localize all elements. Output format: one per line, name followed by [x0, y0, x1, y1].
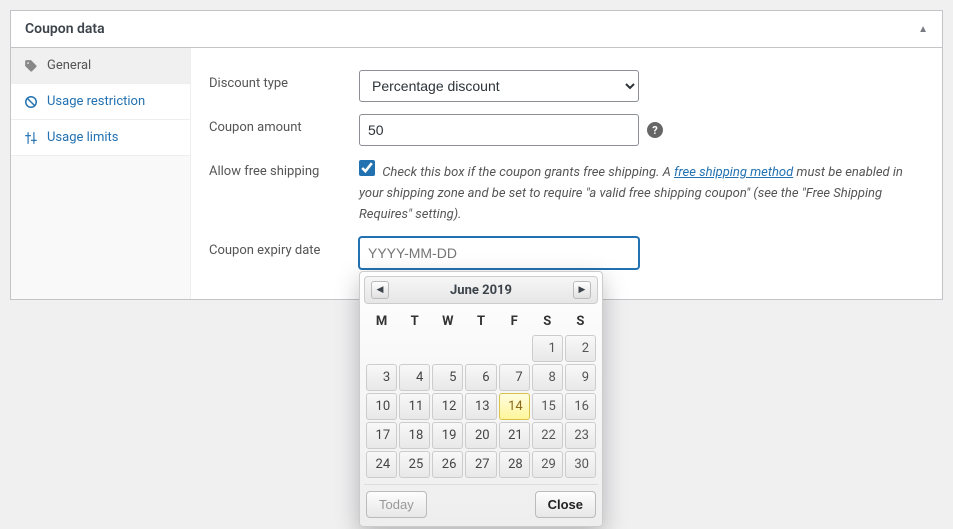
- calendar-day[interactable]: 21: [499, 422, 530, 449]
- tab-usage-restriction[interactable]: Usage restriction: [11, 84, 190, 120]
- next-month-button[interactable]: ▶: [573, 281, 591, 299]
- free-shipping-checkbox[interactable]: [359, 160, 375, 176]
- desc-text-prefix: Check this box if the coupon grants free…: [382, 165, 674, 180]
- weekday-header: S: [532, 310, 563, 333]
- calendar-day[interactable]: 6: [465, 364, 496, 391]
- row-coupon-amount: Coupon amount ?: [209, 114, 924, 146]
- calendar-day[interactable]: 3: [366, 364, 397, 391]
- calendar-day[interactable]: 25: [399, 451, 430, 478]
- calendar-day[interactable]: 13: [465, 393, 496, 420]
- calendar-day[interactable]: 17: [366, 422, 397, 449]
- calendar-day[interactable]: 7: [499, 364, 530, 391]
- calendar-day[interactable]: 24: [366, 451, 397, 478]
- tabs-sidebar: General Usage restriction Usage limits: [11, 48, 191, 299]
- datepicker-footer: Today Close: [364, 484, 598, 522]
- coupon-data-panel: Coupon data ▲ General Usage restriction: [10, 10, 943, 300]
- label-expiry-date: Coupon expiry date: [209, 237, 359, 258]
- tab-general[interactable]: General: [11, 48, 190, 84]
- calendar-day[interactable]: 1: [532, 335, 563, 362]
- expiry-date-input[interactable]: [359, 237, 639, 269]
- row-expiry-date: Coupon expiry date ◀ June 2019 ▶ MTWTFSS…: [209, 237, 924, 269]
- calendar-empty-cell: [366, 335, 397, 362]
- row-free-shipping: Allow free shipping Check this box if th…: [209, 158, 924, 225]
- panel-title: Coupon data: [25, 21, 105, 37]
- tab-label: Usage restriction: [47, 94, 145, 109]
- adjust-icon: [23, 131, 39, 145]
- calendar-empty-cell: [399, 335, 430, 362]
- prev-month-button[interactable]: ◀: [371, 281, 389, 299]
- help-icon[interactable]: ?: [647, 122, 663, 138]
- tab-label: Usage limits: [47, 130, 118, 145]
- weekday-header: S: [565, 310, 596, 333]
- calendar-day[interactable]: 20: [465, 422, 496, 449]
- calendar-day[interactable]: 19: [432, 422, 463, 449]
- panel-header: Coupon data ▲: [11, 11, 942, 48]
- weekday-header: W: [432, 310, 463, 333]
- coupon-amount-input[interactable]: [359, 114, 639, 146]
- calendar-day[interactable]: 16: [565, 393, 596, 420]
- weekday-header: F: [499, 310, 530, 333]
- calendar-day[interactable]: 23: [565, 422, 596, 449]
- block-icon: [23, 95, 39, 109]
- free-shipping-description: Check this box if the coupon grants free…: [359, 158, 919, 225]
- calendar-day[interactable]: 4: [399, 364, 430, 391]
- datepicker-header: ◀ June 2019 ▶: [364, 276, 598, 304]
- calendar-day[interactable]: 9: [565, 364, 596, 391]
- calendar-day[interactable]: 30: [565, 451, 596, 478]
- row-discount-type: Discount type Percentage discount: [209, 70, 924, 102]
- calendar-day[interactable]: 15: [532, 393, 563, 420]
- weekday-header: M: [366, 310, 397, 333]
- calendar-day[interactable]: 10: [366, 393, 397, 420]
- panel-body: General Usage restriction Usage limits D…: [11, 48, 942, 299]
- calendar-empty-cell: [432, 335, 463, 362]
- calendar-day[interactable]: 22: [532, 422, 563, 449]
- calendar-day[interactable]: 26: [432, 451, 463, 478]
- label-free-shipping: Allow free shipping: [209, 158, 359, 179]
- datepicker-popup: ◀ June 2019 ▶ MTWTFSS 123456789101112131…: [359, 271, 603, 527]
- label-discount-type: Discount type: [209, 70, 359, 91]
- weekday-header: T: [399, 310, 430, 333]
- calendar-day[interactable]: 11: [399, 393, 430, 420]
- calendar-day[interactable]: 29: [532, 451, 563, 478]
- calendar-empty-cell: [499, 335, 530, 362]
- label-coupon-amount: Coupon amount: [209, 114, 359, 135]
- form-area: Discount type Percentage discount Coupon…: [191, 48, 942, 299]
- close-button[interactable]: Close: [535, 491, 596, 518]
- calendar-day[interactable]: 8: [532, 364, 563, 391]
- calendar-day[interactable]: 12: [432, 393, 463, 420]
- weekday-header: T: [465, 310, 496, 333]
- calendar-day[interactable]: 18: [399, 422, 430, 449]
- discount-type-select[interactable]: Percentage discount: [359, 70, 639, 102]
- calendar-day[interactable]: 27: [465, 451, 496, 478]
- calendar-day[interactable]: 28: [499, 451, 530, 478]
- calendar-day[interactable]: 2: [565, 335, 596, 362]
- tab-usage-limits[interactable]: Usage limits: [11, 120, 190, 156]
- calendar-day[interactable]: 14: [499, 393, 530, 420]
- tab-label: General: [47, 58, 91, 73]
- datepicker-title: June 2019: [450, 283, 512, 298]
- calendar-empty-cell: [465, 335, 496, 362]
- free-shipping-method-link[interactable]: free shipping method: [674, 165, 793, 180]
- tag-icon: [23, 59, 39, 73]
- collapse-toggle-icon[interactable]: ▲: [918, 24, 928, 35]
- calendar-day[interactable]: 5: [432, 364, 463, 391]
- today-button[interactable]: Today: [366, 491, 427, 518]
- calendar-grid: MTWTFSS 12345678910111213141516171819202…: [364, 308, 598, 480]
